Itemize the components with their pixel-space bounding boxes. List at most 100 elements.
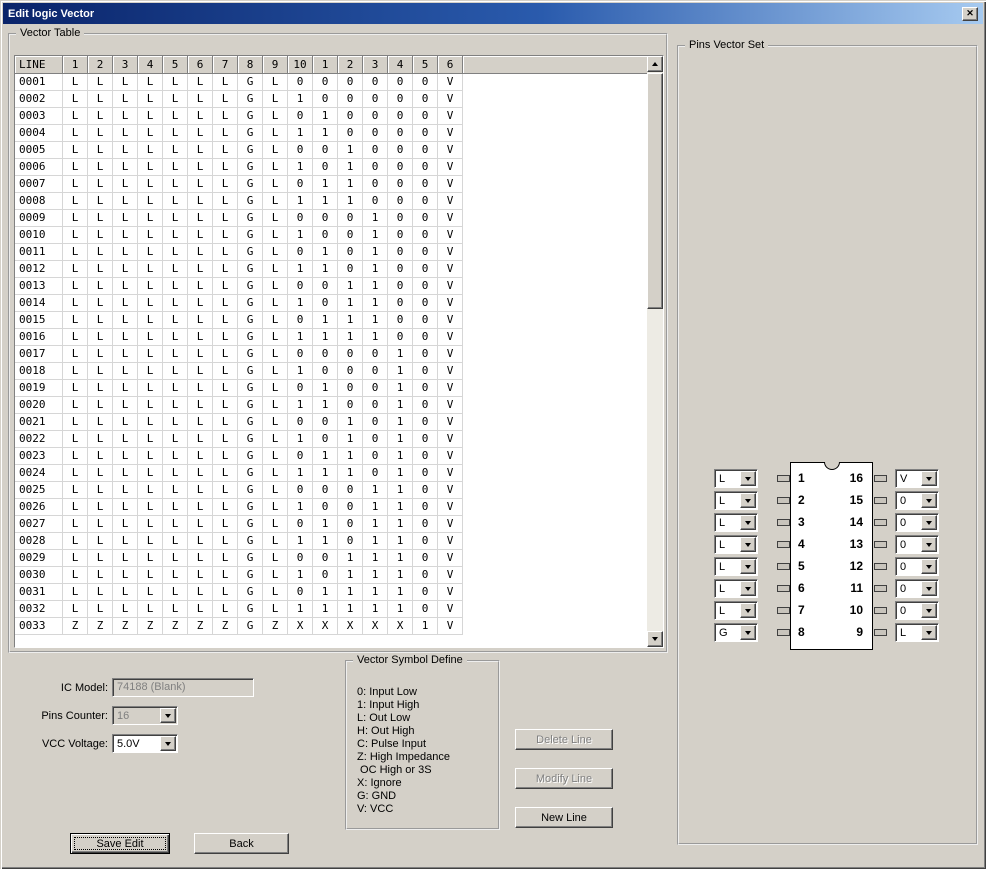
table-row[interactable]: 0021LLLLLLLGL001010V [15, 414, 663, 431]
table-cell: 0 [413, 125, 438, 142]
table-cell: 0 [363, 193, 388, 210]
chevron-down-icon[interactable] [740, 625, 756, 640]
pin-8-combo[interactable]: G [714, 623, 758, 642]
chevron-down-icon[interactable] [921, 625, 937, 640]
table-row[interactable]: 0010LLLLLLLGL100100V [15, 227, 663, 244]
table-row[interactable]: 0026LLLLLLLGL100110V [15, 499, 663, 516]
table-row[interactable]: 0009LLLLLLLGL000100V [15, 210, 663, 227]
table-row[interactable]: 0004LLLLLLLGL110000V [15, 125, 663, 142]
table-row[interactable]: 0002LLLLLLLGL100000V [15, 91, 663, 108]
chevron-down-icon[interactable] [921, 559, 937, 574]
table-cell: L [113, 414, 138, 431]
chevron-down-icon[interactable] [740, 603, 756, 618]
vector-table[interactable]: LINE12345678910123456 0001LLLLLLLGL00000… [14, 55, 664, 648]
pins-counter-combo[interactable]: 16 [112, 706, 178, 725]
table-row[interactable]: 0011LLLLLLLGL010100V [15, 244, 663, 261]
table-row[interactable]: 0015LLLLLLLGL011100V [15, 312, 663, 329]
pin-14-combo[interactable]: 0 [895, 513, 939, 532]
save-edit-button[interactable]: Save Edit [70, 833, 170, 854]
delete-line-button[interactable]: Delete Line [515, 729, 613, 750]
pin-7-combo[interactable]: L [714, 601, 758, 620]
table-cell: L [138, 295, 163, 312]
table-row[interactable]: 0020LLLLLLLGL110010V [15, 397, 663, 414]
table-cell: L [113, 346, 138, 363]
table-row[interactable]: 0005LLLLLLLGL001000V [15, 142, 663, 159]
pin-10-combo[interactable]: 0 [895, 601, 939, 620]
pin-16-combo[interactable]: V [895, 469, 939, 488]
table-cell: 0 [413, 465, 438, 482]
table-cell: 0 [288, 346, 313, 363]
table-row[interactable]: 0029LLLLLLLGL001110V [15, 550, 663, 567]
table-row[interactable]: 0025LLLLLLLGL000110V [15, 482, 663, 499]
chevron-down-icon[interactable] [740, 493, 756, 508]
pin-5-combo[interactable]: L [714, 557, 758, 576]
pin-4-combo[interactable]: L [714, 535, 758, 554]
table-row[interactable]: 0001LLLLLLLGL000000V [15, 74, 663, 91]
ic-model-field[interactable]: 74188 (Blank) [112, 678, 254, 697]
table-row[interactable]: 0006LLLLLLLGL101000V [15, 159, 663, 176]
back-button[interactable]: Back [194, 833, 289, 854]
chevron-down-icon[interactable] [160, 736, 176, 751]
scroll-down-button[interactable] [647, 631, 663, 647]
pin-12-combo[interactable]: 0 [895, 557, 939, 576]
table-row[interactable]: 0033ZZZZZZZGZXXXXX1V [15, 618, 663, 635]
modify-line-button[interactable]: Modify Line [515, 768, 613, 789]
chevron-down-icon[interactable] [921, 537, 937, 552]
table-row[interactable]: 0016LLLLLLLGL111100V [15, 329, 663, 346]
chevron-down-icon[interactable] [921, 581, 937, 596]
chevron-down-icon[interactable] [160, 708, 176, 723]
pin-number: 8 [798, 625, 818, 640]
pin-3-combo[interactable]: L [714, 513, 758, 532]
pin-13-combo[interactable]: 0 [895, 535, 939, 554]
table-row[interactable]: 0028LLLLLLLGL110110V [15, 533, 663, 550]
table-cell: L [213, 414, 238, 431]
title-bar[interactable]: Edit logic Vector ✕ [3, 3, 983, 24]
table-cell: G [238, 533, 263, 550]
table-row[interactable]: 0018LLLLLLLGL100010V [15, 363, 663, 380]
vcc-voltage-combo[interactable]: 5.0V [112, 734, 178, 753]
scrollbar-track[interactable] [647, 72, 663, 631]
chevron-down-icon[interactable] [921, 471, 937, 486]
table-cell: L [188, 159, 213, 176]
chevron-down-icon[interactable] [740, 471, 756, 486]
table-row[interactable]: 0024LLLLLLLGL111010V [15, 465, 663, 482]
pin-15-combo[interactable]: 0 [895, 491, 939, 510]
table-scrollbar[interactable] [647, 56, 663, 647]
table-row[interactable]: 0031LLLLLLLGL011110V [15, 584, 663, 601]
table-row[interactable]: 0023LLLLLLLGL011010V [15, 448, 663, 465]
table-row[interactable]: 0014LLLLLLLGL101100V [15, 295, 663, 312]
chevron-down-icon[interactable] [921, 493, 937, 508]
scroll-up-button[interactable] [647, 56, 663, 72]
table-cell: L [113, 159, 138, 176]
pin-6-combo-value: L [719, 582, 725, 596]
new-line-button[interactable]: New Line [515, 807, 613, 828]
chevron-down-icon[interactable] [740, 515, 756, 530]
table-row[interactable]: 0012LLLLLLLGL110100V [15, 261, 663, 278]
chevron-down-icon[interactable] [921, 603, 937, 618]
table-row[interactable]: 0007LLLLLLLGL011000V [15, 176, 663, 193]
pin-2-combo[interactable]: L [714, 491, 758, 510]
table-row[interactable]: 0027LLLLLLLGL010110V [15, 516, 663, 533]
table-cell: L [88, 227, 113, 244]
table-cell: 0 [288, 312, 313, 329]
table-row[interactable]: 0008LLLLLLLGL111000V [15, 193, 663, 210]
scrollbar-thumb[interactable] [647, 73, 663, 309]
table-row[interactable]: 0003LLLLLLLGL010000V [15, 108, 663, 125]
table-row[interactable]: 0017LLLLLLLGL000010V [15, 346, 663, 363]
close-button[interactable]: ✕ [962, 7, 978, 21]
pin-6-combo[interactable]: L [714, 579, 758, 598]
table-row[interactable]: 0030LLLLLLLGL101110V [15, 567, 663, 584]
pin-11-combo[interactable]: 0 [895, 579, 939, 598]
table-row[interactable]: 0013LLLLLLLGL001100V [15, 278, 663, 295]
table-row[interactable]: 0019LLLLLLLGL010010V [15, 380, 663, 397]
chevron-down-icon[interactable] [740, 559, 756, 574]
pin-9-combo[interactable]: L [895, 623, 939, 642]
chevron-down-icon[interactable] [740, 537, 756, 552]
pin-1-combo[interactable]: L [714, 469, 758, 488]
chevron-down-icon[interactable] [921, 515, 937, 530]
table-cell: L [113, 431, 138, 448]
table-cell: V [438, 567, 463, 584]
chevron-down-icon[interactable] [740, 581, 756, 596]
table-row[interactable]: 0032LLLLLLLGL111110V [15, 601, 663, 618]
table-row[interactable]: 0022LLLLLLLGL101010V [15, 431, 663, 448]
